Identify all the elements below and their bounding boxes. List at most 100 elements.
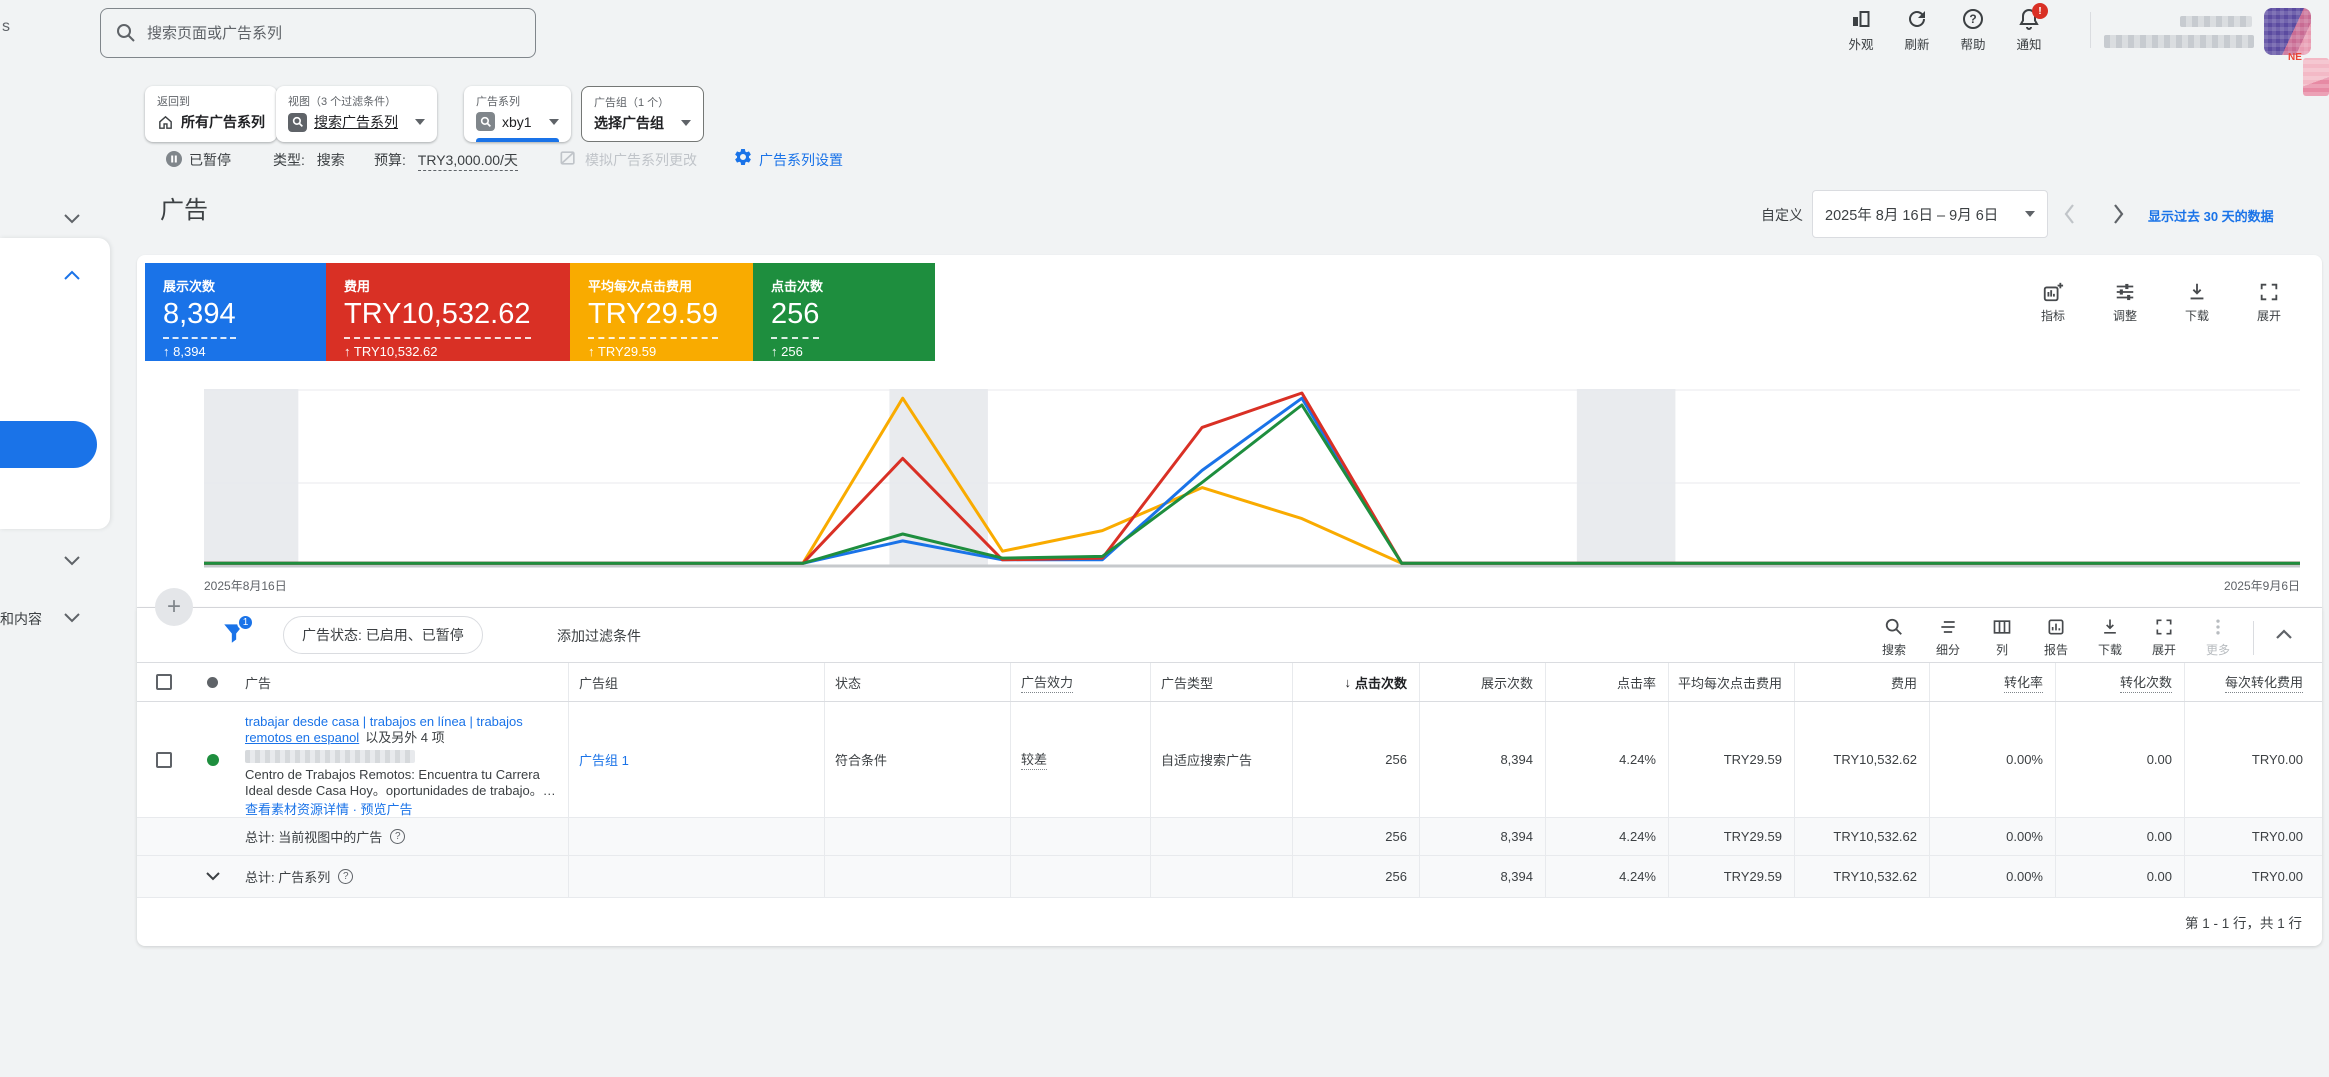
col-header-ad-group[interactable]: 广告组 xyxy=(568,663,824,701)
pagination-status: 第 1 - 1 行，共 1 行 xyxy=(137,898,2322,946)
redacted-account-name xyxy=(2180,16,2252,27)
scorecard-clicks[interactable]: 点击次数 256 ↑ 256 xyxy=(753,263,935,361)
appearance-button[interactable]: 外观 xyxy=(1834,7,1888,53)
table-expand-button[interactable]: 展开 xyxy=(2137,613,2191,658)
expand-totals-button[interactable] xyxy=(190,856,235,897)
status-filter-chip[interactable]: 广告状态: 已启用、已暂停 xyxy=(283,616,483,654)
filter-funnel-button[interactable]: 1 xyxy=(221,620,247,646)
chart-expand-button[interactable]: 展开 xyxy=(2246,281,2292,324)
avatar[interactable] xyxy=(2264,8,2311,55)
totals-row-campaign: 总计: 广告系列? 256 8,394 4.24% TRY29.59 TRY10… xyxy=(137,856,2322,898)
row-conversions: 0.00 xyxy=(2055,702,2184,817)
row-strength[interactable]: 较差 xyxy=(1010,702,1150,817)
adjust-button[interactable]: 调整 xyxy=(2102,281,2148,324)
chart-end-date: 2025年9月6日 xyxy=(2224,577,2300,594)
collapse-table-button[interactable] xyxy=(2262,613,2306,641)
google-ads-app: s 和内容 外观 刷新 ? xyxy=(0,0,2329,1077)
columns-icon xyxy=(1992,617,2012,637)
ad-asset-links[interactable]: 查看素材资源详情 · 预览广告 xyxy=(245,802,558,817)
trend-chart[interactable] xyxy=(204,389,2300,572)
add-filter-button[interactable]: 添加过滤条件 xyxy=(557,626,641,646)
date-range-picker[interactable]: 2025年 8月 16日 – 9月 6日 xyxy=(1812,190,2048,238)
chevron-down-icon xyxy=(2025,211,2035,217)
svg-text:?: ? xyxy=(1969,12,1976,26)
col-header-avg-cpc[interactable]: 平均每次点击费用 xyxy=(1668,663,1794,701)
help-icon: ? xyxy=(1961,7,1985,31)
col-header-ctr[interactable]: 点击率 xyxy=(1545,663,1668,701)
chart-metrics-icon xyxy=(2042,281,2064,303)
nav-chip-campaign-selector[interactable]: 广告系列 xby1 xyxy=(464,86,571,142)
help-icon[interactable]: ? xyxy=(338,869,353,884)
campaign-budget[interactable]: 预算: TRY3,000.00/天 xyxy=(374,150,518,170)
date-prev-button[interactable] xyxy=(2060,201,2080,227)
date-next-button[interactable] xyxy=(2108,201,2128,227)
nav-chip-back-to-all-campaigns[interactable]: 返回到 所有广告系列 xyxy=(145,86,277,142)
nav-chip-view-selector[interactable]: 视图（3 个过滤条件） 搜索广告系列 xyxy=(276,86,437,142)
campaign-status: 已暂停 xyxy=(189,150,231,170)
row-impressions: 8,394 xyxy=(1419,702,1545,817)
sidebar-panel-fragment xyxy=(0,238,110,529)
add-scorecard-button[interactable]: + xyxy=(155,588,193,626)
ad-group-link[interactable]: 广告组 1 xyxy=(579,750,629,769)
col-header-conversions[interactable]: 转化次数 xyxy=(2055,663,2184,701)
sidebar-chevron-down-icon-3[interactable] xyxy=(62,611,82,625)
chart-actions: 指标 调整 下载 展开 xyxy=(2030,281,2292,324)
expand-icon xyxy=(2258,281,2280,303)
scorecard-cost[interactable]: 费用 TRY10,532.62 ↑ TRY10,532.62 xyxy=(326,263,570,361)
sidebar-section-fragment[interactable]: 和内容 xyxy=(0,609,42,629)
view-search-icon xyxy=(288,113,307,132)
row-checkbox[interactable] xyxy=(156,752,172,768)
table-columns-button[interactable]: 列 xyxy=(1975,613,2029,658)
nav-chip-adgroup-selector[interactable]: 广告组（1 个） 选择广告组 xyxy=(581,86,704,142)
col-header-status[interactable]: 状态 xyxy=(824,663,1010,701)
global-search[interactable] xyxy=(100,8,536,58)
scorecard-impressions[interactable]: 展示次数 8,394 ↑ 8,394 xyxy=(145,263,326,361)
up-arrow-icon: ↑ xyxy=(771,344,778,359)
table-more-button: 更多 xyxy=(2191,613,2245,658)
filter-bar: 1 广告状态: 已启用、已暂停 添加过滤条件 搜索 细分 列 xyxy=(137,608,2322,662)
table-segment-button[interactable]: 细分 xyxy=(1921,613,1975,658)
redacted-display-url xyxy=(245,750,415,763)
search-input[interactable] xyxy=(147,25,521,42)
expand-icon xyxy=(2154,617,2174,637)
sidebar-chevron-down-icon-2[interactable] xyxy=(62,554,82,568)
refresh-icon xyxy=(1905,7,1929,31)
scorecard-avg-cpc[interactable]: 平均每次点击费用 TRY29.59 ↑ TRY29.59 xyxy=(570,263,753,361)
chevron-down-icon xyxy=(415,119,425,125)
metrics-button[interactable]: 指标 xyxy=(2030,281,2076,324)
col-header-cost[interactable]: 费用 xyxy=(1794,663,1929,701)
table-toolbar: 搜索 细分 列 报告 下载 xyxy=(1867,613,2306,658)
show-last-30-days-link[interactable]: 显示过去 30 天的数据 xyxy=(2148,206,2274,225)
col-header-strength[interactable]: 广告效力 xyxy=(1010,663,1150,701)
table-download-button[interactable]: 下载 xyxy=(2083,613,2137,658)
table-search-button[interactable]: 搜索 xyxy=(1867,613,1921,658)
chart-download-button[interactable]: 下载 xyxy=(2174,281,2220,324)
col-header-impressions[interactable]: 展示次数 xyxy=(1419,663,1545,701)
table-report-button[interactable]: 报告 xyxy=(2029,613,2083,658)
refresh-button[interactable]: 刷新 xyxy=(1890,7,1944,53)
help-icon[interactable]: ? xyxy=(390,829,405,844)
report-icon xyxy=(2046,617,2066,637)
enabled-status-dot[interactable] xyxy=(207,754,219,766)
col-header-ad-type[interactable]: 广告类型 xyxy=(1150,663,1292,701)
simulate-changes-button: 模拟广告系列更改 xyxy=(585,150,697,170)
notifications-button[interactable]: ! 通知 xyxy=(2002,7,2056,53)
sidebar-active-item-fragment[interactable] xyxy=(0,421,97,468)
col-header-clicks[interactable]: ↓点击次数 xyxy=(1292,663,1419,701)
campaign-settings-button[interactable]: 广告系列设置 xyxy=(759,150,843,170)
redacted-account-id xyxy=(2104,35,2254,48)
sidebar-chevron-down-icon[interactable] xyxy=(62,212,82,226)
sort-desc-icon: ↓ xyxy=(1344,675,1351,690)
row-clicks: 256 xyxy=(1292,702,1419,817)
select-all-checkbox[interactable] xyxy=(156,674,172,690)
row-cost: TRY10,532.62 xyxy=(1794,702,1929,817)
col-header-ad[interactable]: 广告 xyxy=(235,663,568,701)
ad-headline-link[interactable]: trabajar desde casa | trabajos en línea … xyxy=(245,714,558,746)
chevron-down-icon xyxy=(549,119,559,125)
help-button[interactable]: ? 帮助 xyxy=(1946,7,2000,53)
more-dots-icon xyxy=(2208,617,2228,637)
col-header-conv-rate[interactable]: 转化率 xyxy=(1929,663,2055,701)
sidebar-chevron-up-icon[interactable] xyxy=(62,268,82,282)
search-icon xyxy=(115,22,137,44)
col-header-cost-per-conv[interactable]: 每次转化费用 xyxy=(2184,663,2315,701)
